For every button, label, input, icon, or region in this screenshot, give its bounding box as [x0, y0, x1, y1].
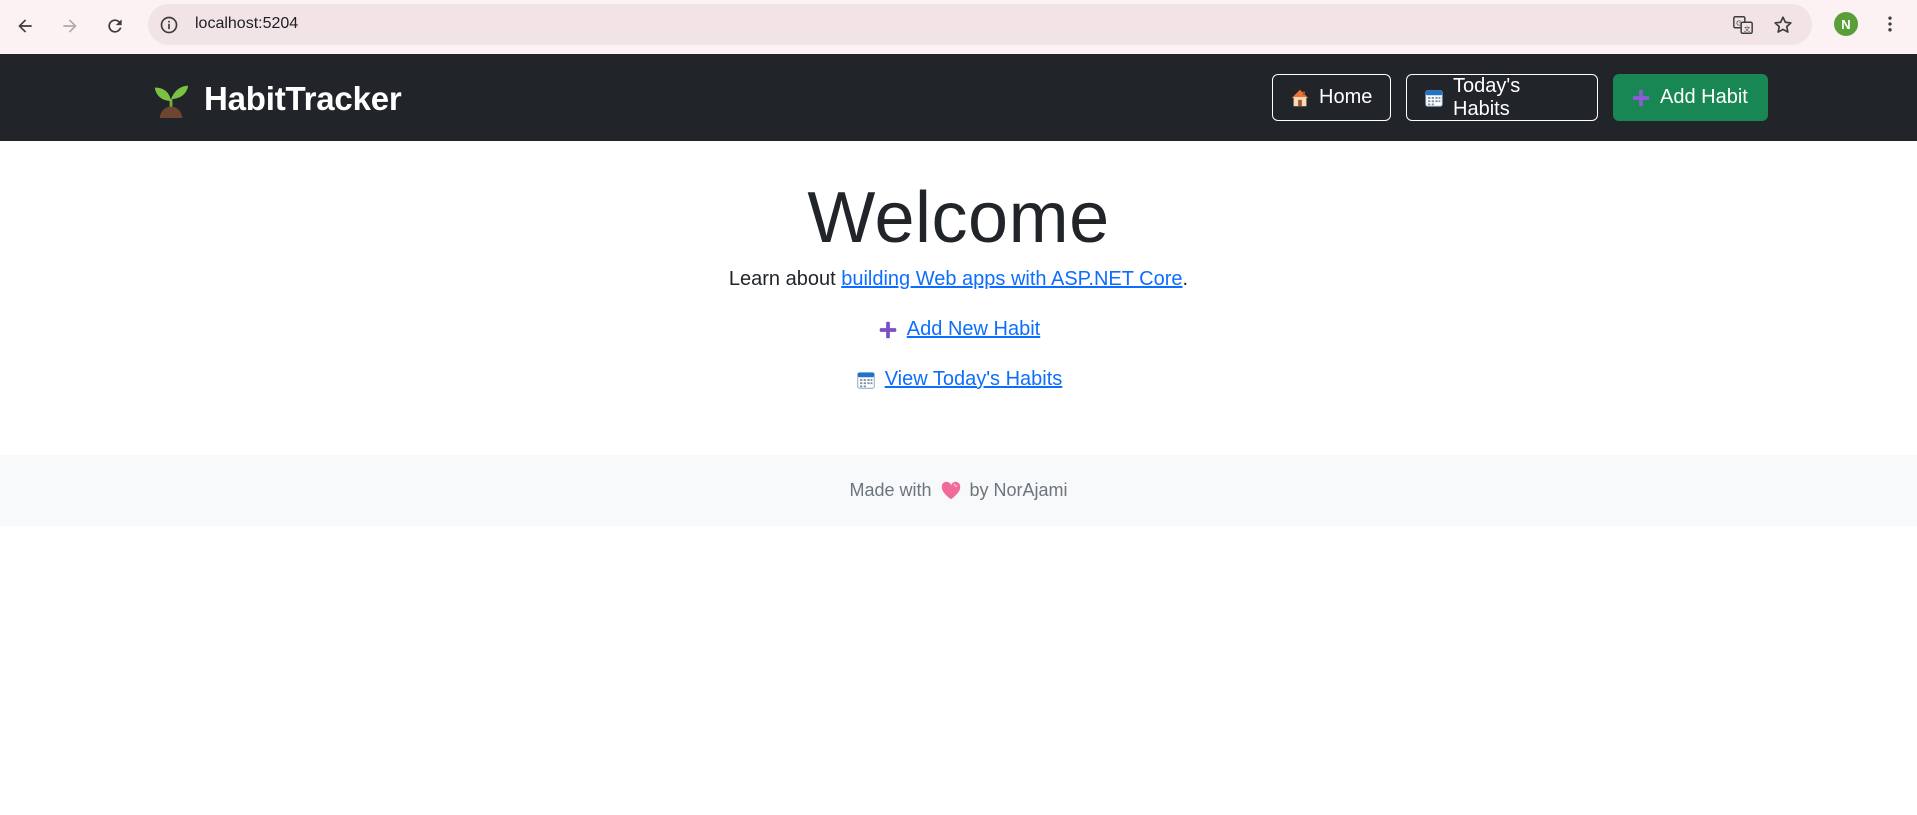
add-new-habit-row: Add New Habit	[0, 318, 1917, 341]
translate-icon[interactable]: G文	[1731, 13, 1755, 37]
home-button[interactable]: Home	[1272, 74, 1391, 121]
calendar-icon	[1423, 87, 1445, 109]
learn-prefix: Learn about	[728, 268, 842, 290]
more-menu-icon[interactable]	[1880, 12, 1900, 36]
profile-avatar[interactable]: N	[1834, 12, 1858, 36]
todays-habits-button-label: Today's Habits	[1453, 74, 1521, 120]
arrow-left-icon	[18, 19, 32, 33]
reload-button[interactable]	[98, 9, 132, 43]
plus-icon	[877, 319, 899, 341]
app-navbar: HabitTracker Home Today's Habits Add Hab…	[0, 54, 1917, 141]
reload-icon	[108, 19, 122, 33]
todays-habits-button[interactable]: Today's Habits	[1406, 74, 1598, 121]
add-habit-button-label: Add Habit	[1660, 86, 1748, 108]
view-today-row: View Today's Habits	[0, 368, 1917, 391]
view-todays-habits-label: View Today's Habits	[884, 368, 1063, 390]
url-text[interactable]: localhost:5204	[195, 15, 298, 33]
bookmark-star-icon[interactable]	[1771, 13, 1795, 37]
forward-button[interactable]	[53, 9, 87, 43]
sprout-icon	[154, 85, 189, 118]
aspnet-docs-link[interactable]: building Web apps with ASP.NET Core	[841, 268, 1182, 290]
svg-text:G: G	[1736, 18, 1742, 27]
learn-paragraph: Learn about building Web apps with ASP.N…	[0, 268, 1917, 291]
view-todays-habits-link[interactable]: View Today's Habits	[855, 368, 1063, 391]
add-new-habit-link[interactable]: Add New Habit	[877, 318, 1040, 341]
calendar-icon	[855, 369, 877, 391]
brand-name: HabitTracker	[204, 80, 402, 117]
address-bar[interactable]: localhost:5204 G文	[148, 4, 1812, 45]
footer: Made with by NorAjami	[0, 455, 1917, 526]
home-button-label: Home	[1319, 86, 1373, 108]
footer-suffix: by NorAjami	[969, 480, 1068, 500]
back-button[interactable]	[8, 9, 42, 43]
learn-suffix: .	[1182, 268, 1189, 290]
browser-toolbar: localhost:5204 G文 N	[0, 0, 1917, 54]
info-icon[interactable]	[158, 14, 180, 36]
page-title: Welcome	[807, 178, 1110, 258]
footer-prefix: Made with	[849, 480, 932, 500]
heart-icon	[940, 480, 962, 502]
plus-icon	[1630, 87, 1652, 109]
brand-link[interactable]: HabitTracker	[152, 80, 402, 118]
house-icon	[1289, 87, 1311, 109]
arrow-right-icon	[63, 19, 77, 33]
nav-buttons: Home Today's Habits Add Habit	[1272, 74, 1768, 121]
svg-text:文: 文	[1744, 24, 1751, 33]
add-habit-button[interactable]: Add Habit	[1613, 74, 1768, 121]
add-new-habit-label: Add New Habit	[906, 318, 1041, 340]
